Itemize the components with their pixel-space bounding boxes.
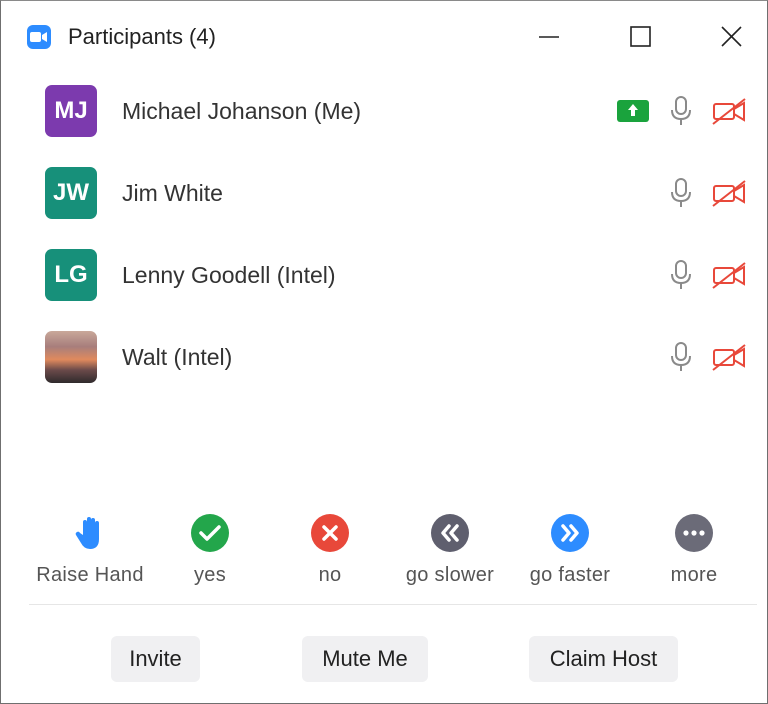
title-bar: Participants (4)	[1, 1, 767, 71]
participant-row[interactable]: Walt (Intel)	[1, 328, 767, 410]
reaction-label: no	[318, 564, 342, 586]
participant-row[interactable]: LG Lenny Goodell (Intel)	[1, 246, 767, 328]
video-off-icon[interactable]	[711, 260, 749, 290]
window-title: Participants (4)	[68, 24, 216, 49]
avatar: JW	[45, 167, 97, 219]
close-icon	[721, 26, 742, 47]
maximize-icon	[630, 26, 651, 47]
invite-button[interactable]: Invite	[111, 636, 200, 682]
checkmark-icon	[191, 514, 229, 552]
go-faster-button[interactable]: go faster	[507, 509, 633, 599]
minimize-icon	[539, 36, 559, 38]
claim-host-button[interactable]: Claim Host	[529, 636, 678, 682]
go-slower-button[interactable]: go slower	[387, 509, 513, 599]
reaction-label: yes	[193, 564, 227, 586]
avatar: MJ	[45, 85, 97, 137]
raise-hand-button[interactable]: Raise Hand	[27, 509, 153, 599]
rewind-icon	[431, 514, 469, 552]
participants-window: Participants (4) MJ Michael Johanson (Me…	[0, 0, 768, 704]
more-button[interactable]: more	[631, 509, 757, 599]
avatar: LG	[45, 249, 97, 301]
reaction-label: go slower	[405, 564, 495, 586]
participant-row[interactable]: JW Jim White	[1, 164, 767, 246]
microphone-icon[interactable]	[669, 95, 693, 127]
reaction-label: Raise Hand	[36, 564, 144, 586]
microphone-icon[interactable]	[669, 341, 693, 373]
fast-forward-icon	[551, 514, 589, 552]
minimize-button[interactable]	[526, 15, 572, 59]
screen-share-icon	[617, 100, 649, 122]
raise-hand-icon	[75, 517, 99, 549]
x-icon	[311, 514, 349, 552]
participant-name: Michael Johanson (Me)	[122, 98, 362, 124]
microphone-icon[interactable]	[669, 259, 693, 291]
video-off-icon[interactable]	[711, 178, 749, 208]
reaction-label: go faster	[529, 564, 611, 586]
video-off-icon[interactable]	[711, 96, 749, 126]
no-button[interactable]: no	[267, 509, 393, 599]
reactions-bar: Raise Hand yes no go slower go faster mo…	[1, 509, 767, 599]
more-icon	[675, 514, 713, 552]
participant-name: Jim White	[122, 180, 223, 206]
mute-me-button[interactable]: Mute Me	[302, 636, 428, 682]
video-off-icon[interactable]	[711, 342, 749, 372]
divider	[29, 604, 757, 605]
reaction-label: more	[670, 564, 718, 586]
microphone-icon[interactable]	[669, 177, 693, 209]
participant-row[interactable]: MJ Michael Johanson (Me)	[1, 82, 767, 164]
maximize-button[interactable]	[618, 15, 664, 59]
yes-button[interactable]: yes	[147, 509, 273, 599]
zoom-app-icon	[27, 25, 51, 49]
avatar-photo	[45, 331, 97, 383]
close-button[interactable]	[709, 15, 755, 59]
participant-name: Walt (Intel)	[122, 344, 233, 370]
participant-name: Lenny Goodell (Intel)	[122, 262, 336, 288]
